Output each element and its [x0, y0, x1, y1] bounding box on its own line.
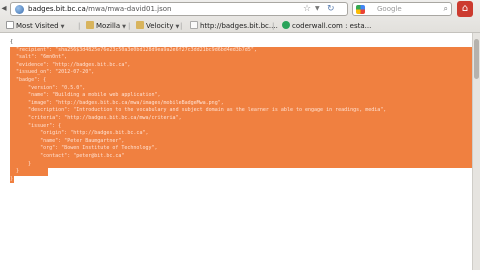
json-line-selected[interactable]: "name": "Building a mobile web applicati… — [10, 92, 474, 100]
json-line-selected[interactable]: "name": "Peter Baumgartner", — [10, 137, 474, 146]
json-line-selected[interactable]: } — [10, 168, 48, 176]
scrollbar-thumb[interactable] — [474, 39, 479, 79]
page-icon — [190, 21, 198, 29]
bookmark-star-icon[interactable]: ☆ — [303, 3, 311, 15]
json-viewer[interactable]: { "recipient": "sha256$3d4825e76e23c50a3… — [10, 39, 474, 184]
address-bar[interactable]: badges.bit.bc.ca/mwa/mwa-david01.json ☆ … — [10, 2, 348, 16]
bookmark-label: coderwall.com : esta... — [292, 22, 372, 30]
url-text[interactable]: badges.bit.bc.ca/mwa/mwa-david01.json — [28, 3, 171, 15]
separator: | — [180, 22, 183, 30]
bookmark-label: Velocity — [146, 22, 174, 30]
home-icon[interactable]: ⌂ — [457, 1, 473, 17]
bookmarks-toolbar: Most Visited ▼ | Mozilla ▼ | Velocity ▼ | h… — [0, 19, 480, 33]
chevron-down-icon: ▼ — [122, 24, 126, 30]
site-globe-icon — [15, 5, 24, 14]
chevron-down-icon: ▼ — [175, 24, 180, 30]
json-line-selected[interactable]: "salt": "6mn0nt", — [10, 54, 474, 62]
search-magnifier-icon[interactable]: ⌕ — [444, 3, 448, 15]
search-box[interactable]: Google ⌕ — [352, 2, 452, 16]
folder-icon — [136, 21, 144, 29]
reload-icon[interactable]: ↻ — [327, 3, 335, 15]
vertical-scrollbar[interactable] — [472, 33, 480, 270]
history-dropdown-icon[interactable]: ▼ — [315, 3, 320, 15]
browser-chrome: ◂ badges.bit.bc.ca/mwa/mwa-david01.json … — [0, 0, 480, 33]
bookmark-badges[interactable]: http://badges.bit.bc.... — [190, 19, 278, 33]
json-line-selected[interactable]: "issued_on": "2012-07-20", — [10, 69, 474, 77]
separator: | — [128, 22, 131, 30]
bookmark-most-visited[interactable]: Most Visited ▼ — [6, 19, 64, 33]
json-line-selected[interactable]: "evidence": "http://badges.bit.bc.ca", — [10, 61, 474, 70]
json-line-selected[interactable]: "org": "Bowen Institute of Technology", — [10, 145, 474, 153]
bookmark-coderwall[interactable]: coderwall.com : esta... — [282, 19, 371, 33]
url-path: /mwa/mwa-david01.json — [85, 5, 172, 13]
json-line: { — [10, 39, 14, 45]
json-line-selected[interactable]: "contact": "peter@bit.bc.ca" — [10, 152, 474, 161]
json-line-selected[interactable]: } — [10, 175, 14, 184]
coderwall-icon — [282, 21, 290, 29]
bookmark-label: http://badges.bit.bc.... — [200, 22, 278, 30]
json-line-selected[interactable]: "issuer": { — [10, 122, 474, 131]
separator: | — [272, 22, 275, 30]
bookmark-label: Most Visited — [16, 22, 59, 30]
json-line-selected[interactable]: "description": "Introduction to the voca… — [10, 107, 474, 115]
bookmark-label: Mozilla — [96, 22, 121, 30]
url-domain: badges.bit.bc.ca — [28, 5, 86, 13]
chevron-down-icon: ▼ — [60, 24, 65, 30]
bookmark-mozilla[interactable]: Mozilla ▼ — [86, 19, 126, 33]
folder-icon — [86, 21, 94, 29]
bookmark-velocity[interactable]: Velocity ▼ — [136, 19, 179, 33]
json-line-selected[interactable]: "image": "http://badges.bit.bc.ca/mwa/im… — [10, 99, 474, 108]
navigation-bar: ◂ badges.bit.bc.ca/mwa/mwa-david01.json … — [0, 0, 480, 18]
json-line-selected[interactable]: "badge": { — [10, 76, 474, 85]
page-content[interactable]: { "recipient": "sha256$3d4825e76e23c50a3… — [0, 33, 474, 270]
most-visited-icon — [6, 21, 14, 29]
separator: | — [78, 22, 81, 30]
json-line-selected[interactable]: "version": "0.5.0", — [10, 84, 474, 93]
search-placeholder: Google — [377, 5, 402, 13]
json-line-selected[interactable]: "recipient": "sha256$3d4825e76e23c50a3e0… — [10, 46, 474, 55]
json-line-selected[interactable]: "criteria": "http://badges.bit.bc.ca/mwa… — [10, 114, 474, 123]
json-line-selected[interactable]: "origin": "http://badges.bit.bc.ca", — [10, 130, 474, 138]
json-line-selected[interactable]: } — [10, 160, 474, 169]
google-icon[interactable] — [356, 5, 365, 14]
back-arrow-icon[interactable]: ◂ — [0, 0, 8, 18]
